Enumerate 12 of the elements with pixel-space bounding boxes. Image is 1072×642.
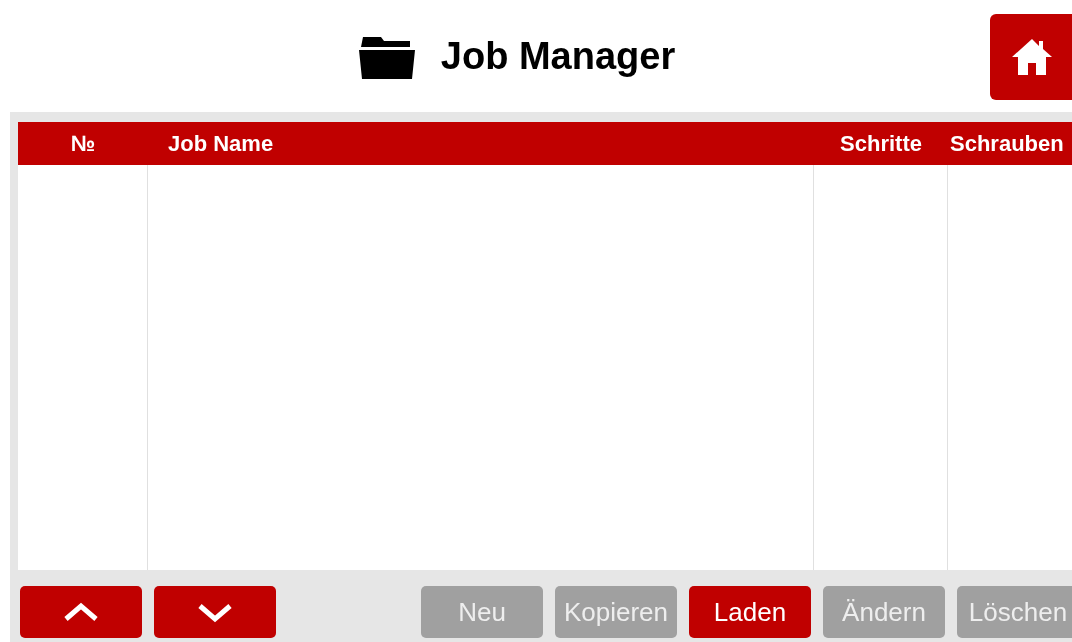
scroll-down-button[interactable] <box>154 586 276 638</box>
chevron-up-icon <box>63 601 99 623</box>
home-button[interactable] <box>990 14 1072 100</box>
action-button[interactable]: Laden <box>689 586 811 638</box>
column-header: Schritte <box>840 130 922 158</box>
column-header: Schrauben <box>950 130 1064 158</box>
column-header: № <box>70 130 96 158</box>
scroll-up-button[interactable] <box>20 586 142 638</box>
home-icon <box>1010 37 1054 77</box>
column-header: Job Name <box>168 130 274 158</box>
chevron-down-icon <box>197 601 233 623</box>
window-title: Job Manager <box>440 33 676 79</box>
